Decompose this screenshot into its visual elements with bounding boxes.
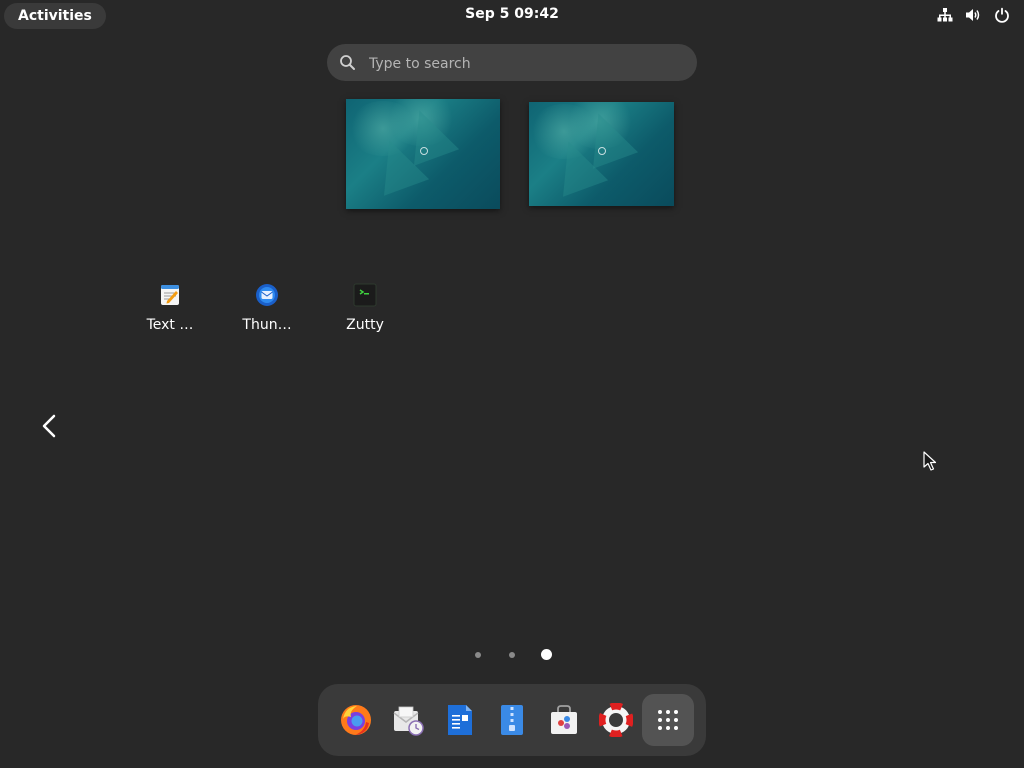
clock[interactable]: Sep 5 09:42 [0,6,1024,22]
archive-icon [501,705,523,735]
lifebuoy-icon [599,703,633,737]
firefox-icon [341,705,371,735]
mail-clock-icon [393,706,424,736]
dock-item-software[interactable] [538,694,590,746]
app-grid-icon [658,710,678,730]
workspace-thumbnail-2[interactable] [529,102,674,206]
debian-logo-icon [420,147,428,155]
search-bar[interactable] [327,44,697,83]
page-dot-2[interactable] [509,652,515,658]
page-dot-1[interactable] [475,652,481,658]
top-bar: Activities Sep 5 09:42 [0,0,1024,32]
app-label: Zutty [346,317,384,333]
app-label: Thun… [242,317,292,333]
volume-icon[interactable] [965,7,982,23]
dock-item-firefox[interactable] [330,694,382,746]
chevron-left-icon[interactable] [38,412,62,440]
workspace-thumbnail-1[interactable] [346,99,500,209]
software-bag-icon [551,705,577,734]
search-icon [340,55,355,70]
dock-item-archive[interactable] [486,694,538,746]
page-indicator [468,648,558,662]
app-zutty[interactable]: Zutty [325,283,405,333]
app-thunderbird[interactable]: Thun… [227,283,307,333]
show-apps-button[interactable] [642,694,694,746]
text-editor-icon [161,285,179,305]
dock-item-help[interactable] [590,694,642,746]
power-icon[interactable] [994,7,1010,23]
app-label: Text … [146,317,194,333]
app-text-editor[interactable]: Text … [130,283,210,333]
dock-item-writer[interactable] [434,694,486,746]
terminal-icon [353,283,377,307]
desktop-overview: Activities Sep 5 09:42 Type to search Te… [0,0,1024,768]
network-icon[interactable] [937,7,953,23]
debian-logo-icon [598,147,606,155]
thunderbird-icon [256,284,278,306]
search-input[interactable] [367,44,681,83]
system-tray[interactable] [937,7,1010,23]
dock-item-evolution[interactable] [382,694,434,746]
mouse-pointer-icon [923,451,937,471]
dock [318,684,706,756]
page-dot-3-active[interactable] [541,649,552,660]
writer-document-icon [448,705,472,735]
